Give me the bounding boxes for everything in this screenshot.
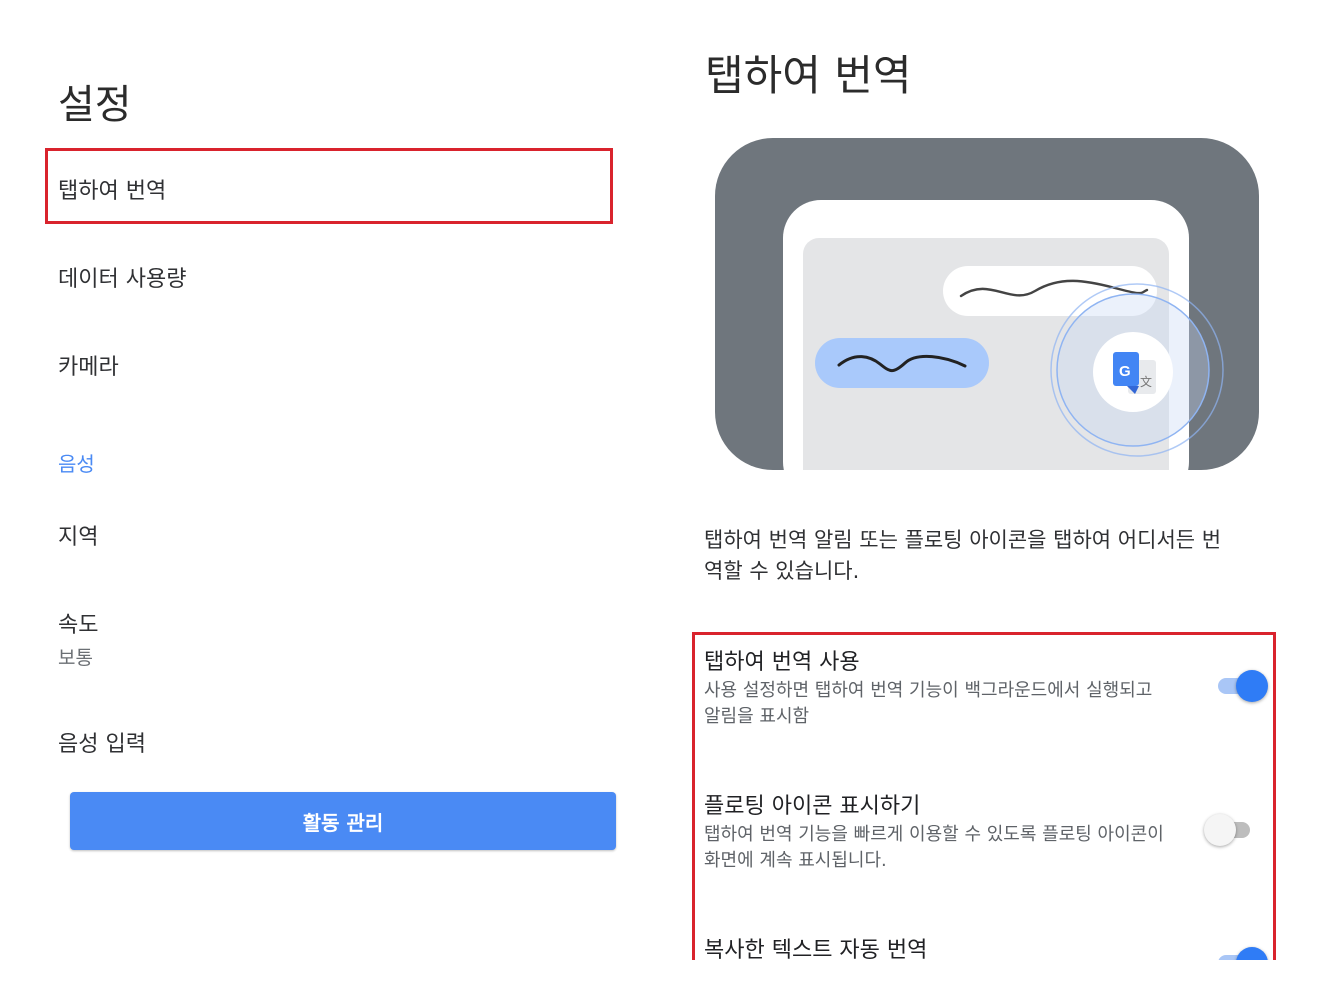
section-label-voice: 음성 <box>58 452 95 476</box>
setting-subtitle-enable: 사용 설정하면 탭하여 번역 기능이 백그라운드에서 실행되고 알림을 표시함 <box>704 680 1153 727</box>
svg-text:文: 文 <box>1140 374 1152 389</box>
menu-item-region[interactable]: 지역 <box>58 519 98 551</box>
menu-item-camera[interactable]: 카메라 <box>58 349 119 381</box>
menu-item-voice-input[interactable]: 음성 입력 <box>58 726 146 758</box>
bottom-crop <box>0 960 1320 1002</box>
feature-description: 탭하여 번역 알림 또는 플로팅 아이콘을 탭하여 어디서든 번역할 수 있습니… <box>704 528 1222 583</box>
settings-title: 설정 <box>58 82 132 128</box>
menu-item-speed[interactable]: 속도 <box>58 607 98 639</box>
toggle-floating-icon[interactable] <box>1204 813 1254 847</box>
setting-subtitle-floating-icon: 탭하여 번역 기능을 빠르게 이용할 수 있도록 플로팅 아이콘이 화면에 계속… <box>704 824 1164 871</box>
speed-value: 보통 <box>58 647 93 669</box>
toggle-knob <box>1236 670 1268 702</box>
toggle-knob <box>1204 814 1236 846</box>
setting-title-floating-icon: 플로팅 아이콘 표시하기 <box>704 794 921 819</box>
toggle-enable-tap-translate[interactable] <box>1214 669 1268 703</box>
setting-title-enable: 탭하여 번역 사용 <box>704 650 860 675</box>
svg-text:G: G <box>1119 363 1131 380</box>
menu-item-tap-to-translate[interactable]: 탭하여 번역 <box>58 173 166 205</box>
tap-to-translate-illustration: G 文 <box>715 138 1259 470</box>
page-title: 탭하여 번역 <box>705 51 912 100</box>
activity-manage-button[interactable]: 활동 관리 <box>70 792 616 850</box>
menu-item-data-usage[interactable]: 데이터 사용량 <box>58 261 186 293</box>
